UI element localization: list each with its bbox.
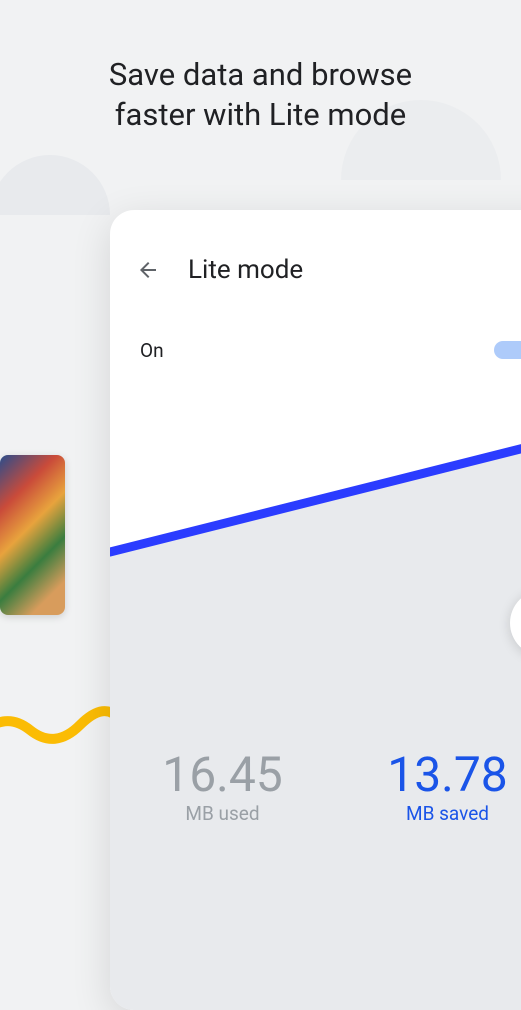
headline: Save data and browsefaster with Lite mod… (0, 55, 521, 136)
toggle-state-label: On (140, 339, 164, 362)
diagonal-fill (110, 430, 521, 1010)
stat-used-value: 16.45 (162, 750, 283, 800)
stat-saved-value: 13.78 (387, 750, 508, 800)
decorative-wave (0, 700, 120, 760)
decorative-cloud-left (0, 155, 110, 215)
screen-header: Lite mode (110, 210, 521, 285)
stat-saved-label: MB saved (387, 802, 508, 825)
toggle-track (494, 341, 521, 359)
chart-area: 16.45 MB used 13.78 MB saved (110, 430, 521, 1010)
lite-mode-screen: Lite mode On (110, 210, 521, 1010)
stat-saved: 13.78 MB saved (387, 750, 508, 825)
back-arrow-icon[interactable] (136, 258, 160, 282)
screen-title: Lite mode (188, 255, 303, 285)
stat-used-label: MB used (162, 802, 283, 825)
data-stats: 16.45 MB used 13.78 MB saved (110, 750, 521, 825)
lite-mode-toggle-row: On (110, 285, 521, 365)
decorative-image-fragment (0, 455, 65, 615)
lite-mode-toggle[interactable] (494, 335, 521, 365)
stat-used: 16.45 MB used (162, 750, 283, 825)
